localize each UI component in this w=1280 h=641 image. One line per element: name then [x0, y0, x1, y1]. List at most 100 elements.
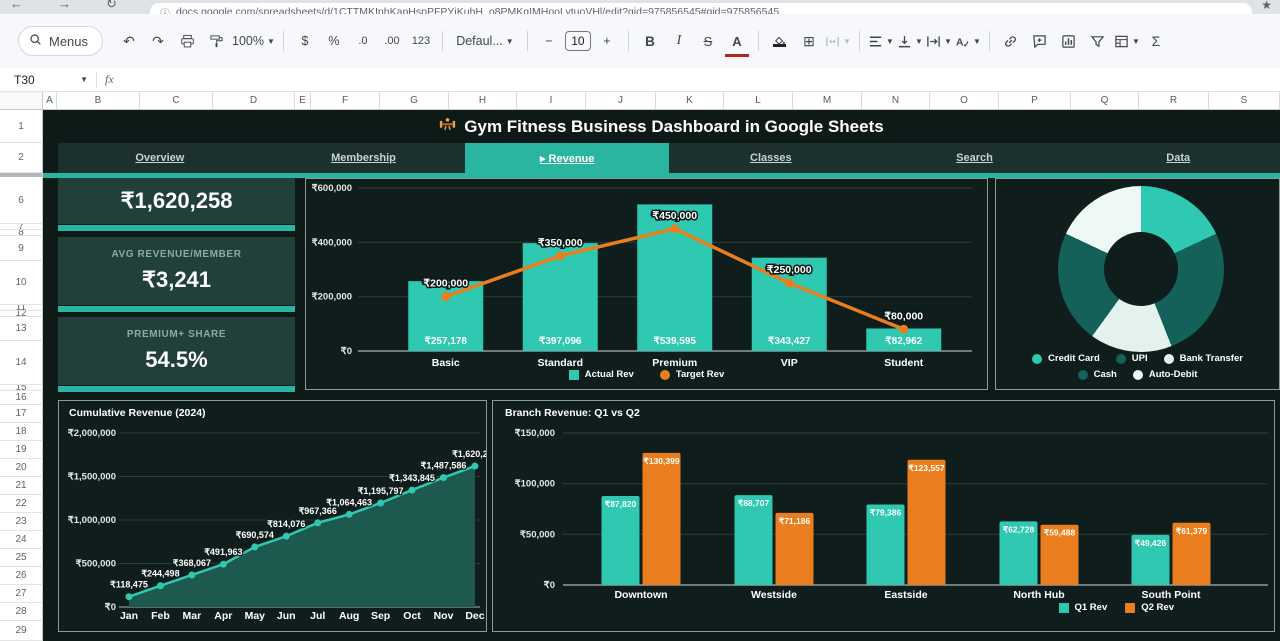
- zoom-select[interactable]: 100%▼: [232, 28, 275, 54]
- row-header-1[interactable]: 1: [0, 110, 43, 143]
- svg-text:₹200,000: ₹200,000: [423, 278, 468, 290]
- column-header-J[interactable]: J: [586, 92, 656, 110]
- row-header-2[interactable]: 2: [0, 143, 43, 173]
- filter-icon[interactable]: [1085, 28, 1111, 54]
- cumulative-revenue-chart[interactable]: Cumulative Revenue (2024) ₹0₹500,000₹1,0…: [58, 400, 487, 632]
- row-header-26[interactable]: 26: [0, 567, 43, 585]
- column-header-K[interactable]: K: [656, 92, 724, 110]
- text-rotation-button[interactable]: A▼: [955, 28, 981, 54]
- reload-icon[interactable]: ↻: [106, 0, 117, 12]
- row-header-19[interactable]: 19: [0, 441, 43, 459]
- fill-color-button[interactable]: [767, 28, 793, 54]
- tab-revenue[interactable]: ▸ Revenue: [465, 143, 669, 173]
- site-info-icon[interactable]: ⓘ: [160, 5, 170, 15]
- payment-methods-donut-chart[interactable]: Credit CardUPIBank Transfer CashAuto-Deb…: [995, 178, 1280, 390]
- merge-cells-button[interactable]: ▼: [825, 28, 851, 54]
- row-header-27[interactable]: 27: [0, 585, 43, 603]
- vertical-align-button[interactable]: ▼: [897, 28, 923, 54]
- column-header-H[interactable]: H: [449, 92, 517, 110]
- row-header-9[interactable]: 9: [0, 236, 43, 261]
- branch-chart-plot: ₹0₹50,000₹100,000₹150,000₹87,820₹130,399…: [493, 401, 1274, 632]
- column-header-P[interactable]: P: [999, 92, 1071, 110]
- chart-title: Branch Revenue: Q1 vs Q2: [505, 407, 640, 419]
- column-header-O[interactable]: O: [930, 92, 999, 110]
- decrease-font-size-button[interactable]: −: [536, 28, 562, 54]
- svg-text:Aug: Aug: [339, 610, 359, 622]
- borders-button[interactable]: ⊞: [796, 28, 822, 54]
- italic-button[interactable]: I: [666, 28, 692, 54]
- format-currency-button[interactable]: $: [292, 28, 318, 54]
- functions-sum-button[interactable]: Σ: [1143, 28, 1169, 54]
- text-color-button[interactable]: A: [724, 28, 750, 54]
- table-views-button[interactable]: ▼: [1114, 28, 1140, 54]
- select-all-corner[interactable]: [0, 92, 43, 110]
- column-header-A[interactable]: A: [43, 92, 57, 110]
- insert-comment-icon[interactable]: [1027, 28, 1053, 54]
- column-header-M[interactable]: M: [793, 92, 862, 110]
- strikethrough-button[interactable]: S: [695, 28, 721, 54]
- legend-label: Auto-Debit: [1149, 369, 1198, 380]
- branch-revenue-chart[interactable]: Branch Revenue: Q1 vs Q2 ₹0₹50,000₹100,0…: [492, 400, 1275, 632]
- back-icon[interactable]: ←: [10, 0, 23, 11]
- print-icon[interactable]: [174, 28, 200, 54]
- font-select[interactable]: Defaul...▼: [451, 28, 519, 54]
- row-header-28[interactable]: 28: [0, 603, 43, 621]
- column-header-S[interactable]: S: [1209, 92, 1280, 110]
- redo-button[interactable]: ↷: [145, 28, 171, 54]
- bold-button[interactable]: B: [637, 28, 663, 54]
- row-header-22[interactable]: 22: [0, 495, 43, 513]
- row-header-6[interactable]: 6: [0, 177, 43, 224]
- increase-decimal-button[interactable]: .00: [379, 28, 405, 54]
- row-header-25[interactable]: 25: [0, 549, 43, 567]
- name-box[interactable]: T30 ▼: [0, 73, 88, 87]
- row-header-16[interactable]: 16: [0, 391, 43, 405]
- column-header-I[interactable]: I: [517, 92, 586, 110]
- row-header-18[interactable]: 18: [0, 423, 43, 441]
- column-header-E[interactable]: E: [295, 92, 311, 110]
- menus-search-button[interactable]: Menus: [18, 26, 103, 56]
- bookmark-star-icon[interactable]: ★: [1261, 0, 1272, 12]
- url-bar[interactable]: ⓘ docs.google.com/spreadsheets/d/1CTTMKI…: [150, 3, 1252, 14]
- tab-overview[interactable]: Overview: [58, 143, 262, 173]
- paint-format-icon[interactable]: [203, 28, 229, 54]
- decrease-decimal-button[interactable]: .0: [350, 28, 376, 54]
- horizontal-align-button[interactable]: ▼: [868, 28, 894, 54]
- column-header-Q[interactable]: Q: [1071, 92, 1139, 110]
- column-header-G[interactable]: G: [380, 92, 449, 110]
- row-header-10[interactable]: 10: [0, 261, 43, 305]
- more-formats-button[interactable]: 123: [408, 28, 434, 54]
- column-header-F[interactable]: F: [311, 92, 380, 110]
- insert-chart-icon[interactable]: [1056, 28, 1082, 54]
- increase-font-size-button[interactable]: +: [594, 28, 620, 54]
- column-header-D[interactable]: D: [213, 92, 295, 110]
- legend-item-auto-debit: Auto-Debit: [1133, 369, 1198, 380]
- column-header-N[interactable]: N: [862, 92, 930, 110]
- legend-dot: [1133, 370, 1143, 380]
- tab-classes[interactable]: Classes: [669, 143, 873, 173]
- row-header-14[interactable]: 14: [0, 341, 43, 385]
- row-header-24[interactable]: 24: [0, 531, 43, 549]
- column-header-R[interactable]: R: [1139, 92, 1209, 110]
- row-header-21[interactable]: 21: [0, 477, 43, 495]
- column-header-B[interactable]: B: [57, 92, 140, 110]
- tab-membership[interactable]: Membership: [262, 143, 466, 173]
- tab-search[interactable]: Search: [873, 143, 1077, 173]
- row-header-23[interactable]: 23: [0, 513, 43, 531]
- svg-text:₹814,076: ₹814,076: [267, 519, 305, 529]
- row-header-17[interactable]: 17: [0, 405, 43, 423]
- insert-link-icon[interactable]: [998, 28, 1024, 54]
- text-wrap-button[interactable]: ▼: [926, 28, 952, 54]
- kpi-total-revenue: ₹1,620,258: [58, 178, 295, 224]
- forward-icon[interactable]: →: [58, 0, 71, 11]
- column-header-L[interactable]: L: [724, 92, 793, 110]
- chevron-down-icon: ▼: [80, 75, 88, 84]
- tab-data[interactable]: Data: [1076, 143, 1280, 173]
- row-header-20[interactable]: 20: [0, 459, 43, 477]
- row-header-13[interactable]: 13: [0, 317, 43, 341]
- row-header-29[interactable]: 29: [0, 621, 43, 641]
- font-size-input[interactable]: 10: [565, 31, 591, 51]
- undo-button[interactable]: ↶: [116, 28, 142, 54]
- column-header-C[interactable]: C: [140, 92, 213, 110]
- membership-revenue-chart[interactable]: ₹0₹200,000₹400,000₹600,000₹257,178Basic₹…: [305, 178, 988, 390]
- format-percent-button[interactable]: %: [321, 28, 347, 54]
